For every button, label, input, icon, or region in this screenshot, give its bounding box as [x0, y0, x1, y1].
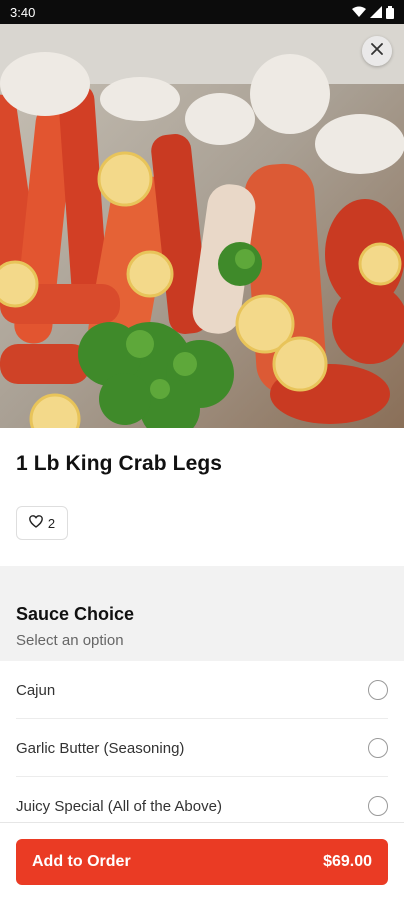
like-button[interactable]: 2 — [16, 506, 68, 540]
add-to-order-button[interactable]: Add to Order $69.00 — [16, 839, 388, 885]
option-label: Juicy Special (All of the Above) — [16, 797, 222, 815]
status-time: 3:40 — [10, 4, 36, 20]
close-button[interactable] — [362, 36, 392, 66]
battery-icon — [386, 5, 394, 19]
close-icon — [371, 42, 383, 60]
section-subtitle: Select an option — [16, 632, 124, 649]
radio-button[interactable] — [368, 796, 388, 816]
bottom-bar: Add to Order $69.00 — [0, 822, 404, 900]
sauce-options-list: Cajun Garlic Butter (Seasoning) Juicy Sp… — [0, 661, 404, 835]
order-price: $69.00 — [323, 853, 372, 870]
status-icons — [352, 5, 394, 19]
option-label: Garlic Butter (Seasoning) — [16, 739, 185, 757]
option-garlic-butter[interactable]: Garlic Butter (Seasoning) — [0, 719, 404, 777]
sauce-section-header: Sauce Choice Select an option — [0, 566, 404, 661]
item-title: 1 Lb King Crab Legs — [16, 452, 223, 475]
add-to-order-label: Add to Order — [32, 853, 131, 870]
signal-icon — [370, 6, 382, 18]
radio-button[interactable] — [368, 680, 388, 700]
wifi-icon — [352, 6, 366, 18]
radio-button[interactable] — [368, 738, 388, 758]
heart-icon — [28, 515, 43, 531]
like-count: 2 — [47, 515, 56, 531]
section-title: Sauce Choice — [16, 604, 135, 624]
item-photo — [0, 24, 404, 428]
option-label: Cajun — [16, 681, 56, 699]
status-bar: 3:40 — [0, 0, 404, 24]
option-cajun[interactable]: Cajun — [0, 661, 404, 719]
